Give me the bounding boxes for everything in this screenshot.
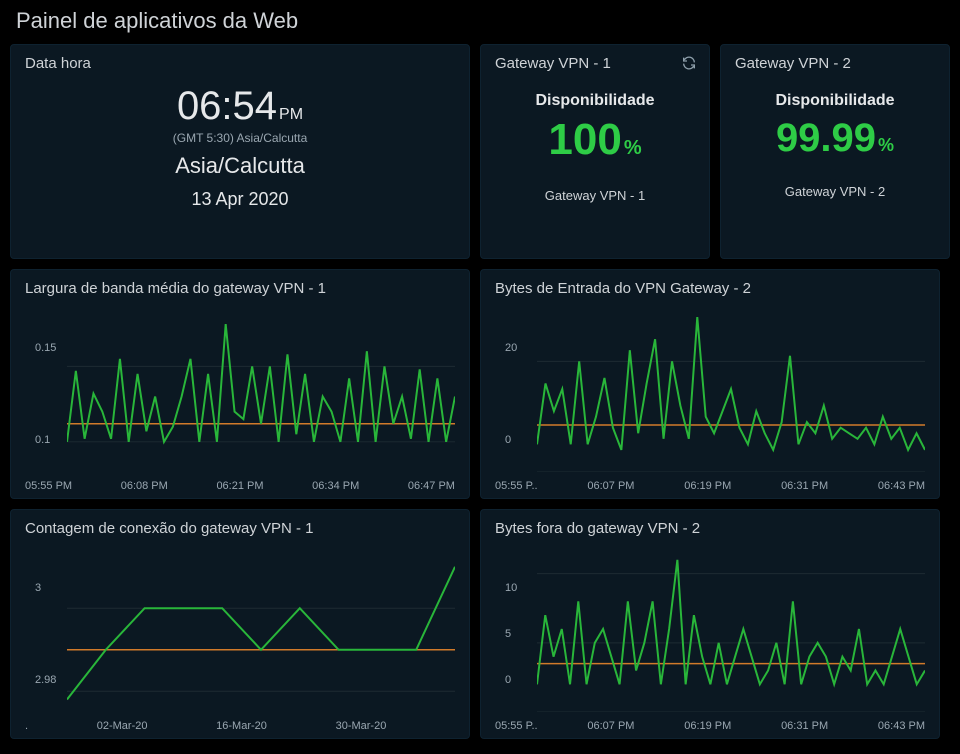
x-tick: 06:34 PM — [312, 480, 359, 492]
stat-2-body: Disponibilidade 99.99% Gateway VPN - 2 — [721, 92, 949, 199]
chart-series-line — [67, 567, 455, 700]
percent-sign: % — [878, 135, 894, 155]
x-tick: 16-Mar-20 — [216, 720, 267, 732]
chart-plot: 1050 — [495, 546, 925, 712]
percent-sign: % — [624, 137, 642, 159]
x-tick: 05:55 P.. — [495, 480, 538, 492]
chart-x-axis: 05:55 P.. 06:07 PM 06:19 PM 06:31 PM 06:43 P… — [495, 480, 925, 492]
stat-1-footer: Gateway VPN - 1 — [481, 188, 709, 203]
x-tick: 06:31 PM — [781, 720, 828, 732]
x-tick: 06:19 PM — [684, 480, 731, 492]
stat-card-2: Gateway VPN - 2 Disponibilidade 99.99% G… — [720, 44, 950, 259]
stat-2-footer: Gateway VPN - 2 — [721, 184, 949, 199]
chart-title: Bytes fora do gateway VPN - 2 — [481, 510, 939, 537]
clock-tz: (GMT 5:30) Asia/Calcutta — [11, 131, 469, 145]
chart-x-axis: 05:55 PM 06:08 PM 06:21 PM 06:34 PM 06:47 PM — [25, 480, 455, 492]
x-tick: 05:55 PM — [25, 480, 72, 492]
top-row: Data hora 06:54PM (GMT 5:30) Asia/Calcut… — [10, 44, 950, 259]
x-tick: 30-Mar-20 — [336, 720, 387, 732]
stat-1-value-number: 100 — [548, 115, 621, 164]
chart-svg — [67, 546, 455, 712]
clock-time-value: 06:54 — [177, 84, 277, 128]
dashboard-title: Painel de aplicativos da Web — [10, 0, 950, 44]
x-tick: 06:43 PM — [878, 720, 925, 732]
clock-card: Data hora 06:54PM (GMT 5:30) Asia/Calcut… — [10, 44, 470, 259]
chart-x-axis: 05:55 P.. 06:07 PM 06:19 PM 06:31 PM 06:43 P… — [495, 720, 925, 732]
chart-title: Bytes de Entrada do VPN Gateway - 2 — [481, 270, 939, 297]
stat-1-value: 100% — [481, 118, 709, 162]
clock-time: 06:54PM — [11, 84, 469, 129]
clock-date: 13 Apr 2020 — [11, 189, 469, 210]
chart-title: Largura de banda média do gateway VPN - … — [11, 270, 469, 297]
chart-series-line — [537, 317, 925, 450]
x-tick: 06:21 PM — [216, 480, 263, 492]
chart-card-connections-1: Contagem de conexão do gateway VPN - 1 32… — [10, 509, 470, 739]
chart-title: Contagem de conexão do gateway VPN - 1 — [11, 510, 469, 537]
clock-zone: Asia/Calcutta — [11, 153, 469, 179]
row-3: Contagem de conexão do gateway VPN - 1 32… — [10, 509, 950, 739]
stat-2-label: Disponibilidade — [721, 92, 949, 110]
chart-plot: 32.98 — [25, 546, 455, 712]
chart-plot: 0.150.1 — [25, 306, 455, 472]
x-tick: 06:19 PM — [684, 720, 731, 732]
clock-ampm: PM — [279, 106, 303, 123]
stat-1-title: Gateway VPN - 1 — [481, 45, 709, 72]
chart-svg — [537, 546, 925, 712]
stat-card-1: Gateway VPN - 1 Disponibilidade 100% Gat… — [480, 44, 710, 259]
stat-2-value-number: 99.99 — [776, 116, 876, 160]
clock-card-title: Data hora — [11, 45, 469, 72]
chart-card-bytes-out-2: Bytes fora do gateway VPN - 2 1050 05:55 P… — [480, 509, 940, 739]
clock-body: 06:54PM (GMT 5:30) Asia/Calcutta Asia/Ca… — [11, 72, 469, 210]
chart-card-bytes-in-2: Bytes de Entrada do VPN Gateway - 2 200 05… — [480, 269, 940, 499]
chart-plot: 200 — [495, 306, 925, 472]
chart-svg — [67, 306, 455, 472]
dashboard: Painel de aplicativos da Web Data hora 0… — [0, 0, 960, 754]
x-tick: 06:31 PM — [781, 480, 828, 492]
x-tick: 06:07 PM — [587, 720, 634, 732]
chart-x-axis: . 02-Mar-20 16-Mar-20 30-Mar-20 — [25, 720, 455, 732]
refresh-icon[interactable] — [681, 55, 697, 71]
chart-card-bandwidth-1: Largura de banda média do gateway VPN - … — [10, 269, 470, 499]
x-tick: 06:07 PM — [587, 480, 634, 492]
x-tick: 02-Mar-20 — [97, 720, 148, 732]
x-tick: 06:47 PM — [408, 480, 455, 492]
x-tick: 05:55 P.. — [495, 720, 538, 732]
stat-1-body: Disponibilidade 100% Gateway VPN - 1 — [481, 92, 709, 203]
stat-2-value: 99.99% — [721, 118, 949, 158]
stat-1-label: Disponibilidade — [481, 92, 709, 110]
x-tick: 06:08 PM — [121, 480, 168, 492]
x-tick: . — [25, 720, 28, 732]
row-2: Largura de banda média do gateway VPN - … — [10, 269, 950, 499]
chart-series-line — [537, 560, 925, 685]
chart-svg — [537, 306, 925, 472]
stat-2-title: Gateway VPN - 2 — [721, 45, 949, 72]
x-tick: 06:43 PM — [878, 480, 925, 492]
